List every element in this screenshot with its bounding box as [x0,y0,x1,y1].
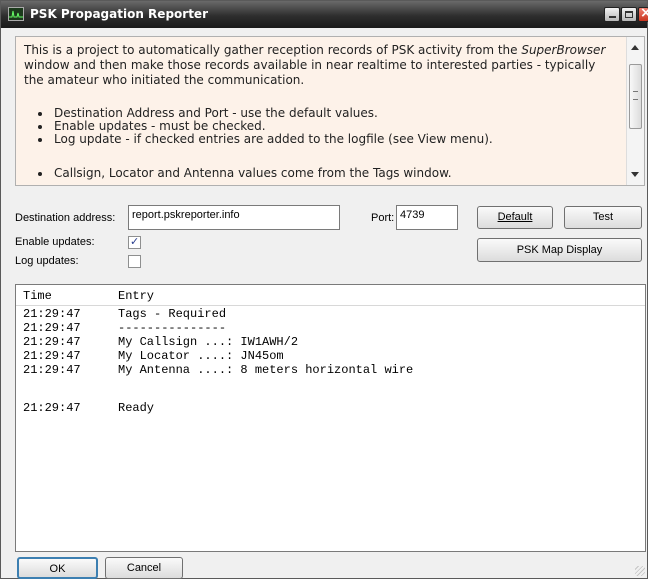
port-label: Port: [371,212,395,224]
ok-button[interactable]: OK [17,557,98,579]
info-bullet-list-2: Callsign, Locator and Antenna values com… [52,167,612,180]
minimize-button[interactable] [604,7,620,22]
title-bar[interactable]: PSK Propagation Reporter [1,1,648,28]
port-input[interactable]: 4739 [396,205,458,230]
log-time: 21:29:47 [23,363,81,377]
enable-updates-checkbox[interactable]: ✓ [128,235,141,249]
log-entry: My Callsign ...: IW1AWH/2 [118,335,299,349]
log-entry: My Locator ....: JN45om [118,349,284,363]
log-entry: Tags - Required [118,307,227,321]
test-button[interactable]: Test [564,206,642,229]
close-button[interactable] [638,5,648,22]
window-title: PSK Propagation Reporter [30,7,208,21]
enable-updates-label: Enable updates: [15,236,95,248]
maximize-button[interactable] [621,7,637,22]
log-row[interactable]: 21:29:47 Tags - Required [16,307,636,321]
column-header-entry[interactable]: Entry [118,289,154,303]
info-scrollbar[interactable] [626,37,644,185]
app-icon [8,7,24,21]
log-updates-label: Log updates: [15,255,79,267]
log-entry: --------------- [118,321,227,335]
psk-reporter-window: PSK Propagation Reporter This is a proje… [0,0,648,579]
log-entry: Ready [118,401,155,415]
log-row[interactable]: 21:29:47 Ready [16,401,636,415]
destination-input[interactable]: report.pskreporter.info [128,205,340,230]
info-paragraph: This is a project to automatically gathe… [24,43,616,88]
log-row[interactable]: 21:29:47 My Locator ....: JN45om [16,349,636,363]
info-panel[interactable]: This is a project to automatically gathe… [15,36,645,186]
log-row[interactable]: 21:29:47 --------------- [16,321,636,335]
resize-grip-icon[interactable] [635,566,645,576]
log-time: 21:29:47 [23,349,81,363]
info-bullet-list: Destination Address and Port - use the d… [52,107,612,146]
info-bullet: Callsign, Locator and Antenna values com… [52,167,612,180]
info-bullet: Log update - if checked entries are adde… [52,133,612,146]
log-header: Time Entry [16,285,645,306]
log-time: 21:29:47 [23,321,81,335]
log-entry: My Antenna ....: 8 meters horizontal wir… [118,363,414,377]
log-updates-checkbox[interactable] [128,255,141,268]
info-text-2: window and then make those records avail… [24,58,596,87]
test-button-label: Test [592,211,614,223]
psk-map-display-label: PSK Map Display [516,244,603,256]
psk-map-display-button[interactable]: PSK Map Display [477,238,642,262]
log-time: 21:29:47 [23,401,81,415]
default-button-label: Default [497,211,533,223]
log-row[interactable]: 21:29:47 My Antenna ....: 8 meters horizo… [16,363,636,377]
cancel-button-label: Cancel [126,562,162,574]
log-row[interactable] [16,377,636,391]
checkmark-icon: ✓ [130,235,140,248]
info-italic: SuperBrowser [521,43,606,57]
log-list[interactable]: Time Entry 21:29:47 Tags - Required 21:29… [15,284,646,552]
info-text: This is a project to automatically gathe… [24,43,522,57]
log-time: 21:29:47 [23,335,81,349]
scroll-thumb[interactable] [629,64,642,129]
default-button[interactable]: Default [477,206,553,229]
log-row[interactable]: 21:29:47 My Callsign ...: IW1AWH/2 [16,335,636,349]
column-header-time[interactable]: Time [23,289,52,303]
scroll-up-icon[interactable] [631,45,639,50]
log-time: 21:29:47 [23,307,81,321]
scroll-down-icon[interactable] [631,172,639,177]
destination-label: Destination address: [15,212,116,224]
cancel-button[interactable]: Cancel [105,557,183,579]
ok-button-label: OK [49,563,66,575]
